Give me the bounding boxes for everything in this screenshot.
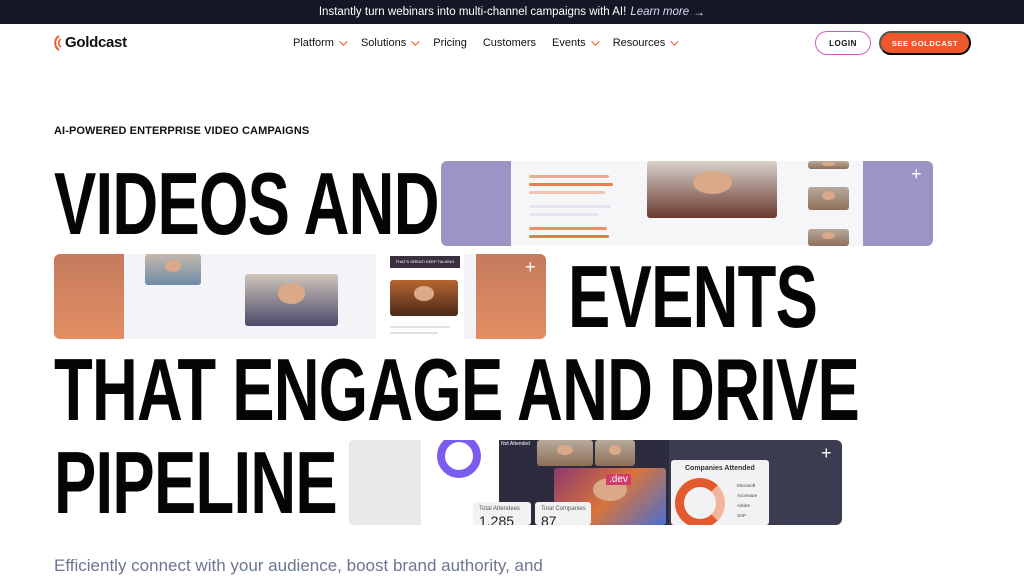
script-line [529, 205, 611, 208]
nav-pricing[interactable]: Pricing [433, 37, 467, 49]
hero-title-line-1: VIDEOS AND [54, 154, 439, 253]
stat-value: 1,285 [479, 513, 515, 525]
participant-thumbnail [808, 229, 849, 246]
hero-eyebrow: AI-POWERED ENTERPRISE VIDEO CAMPAIGNS [54, 125, 310, 137]
total-attendees-stat: Total Attendees 1,285 [473, 502, 531, 525]
site-header: Goldcast Platform Solutions Pricing Cust… [0, 24, 1024, 64]
script-line [529, 235, 609, 238]
video-preview-card-1[interactable]: + [441, 161, 933, 246]
login-button[interactable]: LOGIN [815, 31, 871, 55]
chat-line [390, 326, 450, 328]
stat-label: Total Attendees [479, 506, 521, 512]
script-line [529, 183, 613, 186]
slide-preview [349, 440, 421, 525]
main-nav: Platform Solutions Pricing Customers Eve… [293, 37, 692, 49]
learn-more-link[interactable]: Learn more [630, 6, 689, 18]
script-line [529, 227, 607, 230]
chat-video [390, 280, 458, 316]
total-companies-stat: Total Companies 87 [535, 502, 591, 525]
company-legend-item: SAP [737, 513, 747, 518]
video-preview-card-2[interactable]: THAT'S GREAT! KEEP TALKING ABOUT + [54, 254, 546, 339]
hero-title-line-2: EVENTS [568, 247, 818, 346]
nav-label: Platform [293, 37, 334, 49]
nav-solutions[interactable]: Solutions [360, 37, 420, 49]
plus-icon[interactable]: + [821, 444, 832, 462]
participant-thumbnail [808, 187, 849, 210]
nav-resources[interactable]: Resources [612, 37, 679, 49]
chat-line [390, 332, 438, 334]
nav-label: Events [552, 37, 586, 49]
stat-value: 87 [541, 513, 557, 525]
company-legend-item: Accenture [737, 493, 758, 498]
attendee-video [537, 440, 593, 466]
chevron-down-icon [339, 37, 348, 46]
nav-events[interactable]: Events [552, 37, 600, 49]
company-legend-item: Microsoft [737, 483, 756, 488]
not-attended-label: Not Attended [501, 441, 530, 447]
chat-banner: THAT'S GREAT! KEEP TALKING ABOUT [390, 256, 460, 268]
nav-platform[interactable]: Platform [293, 37, 348, 49]
speaker-video [245, 274, 338, 326]
hero-title-line-4: PIPELINE [54, 433, 338, 532]
chevron-down-icon [590, 37, 600, 46]
chevron-down-icon [670, 37, 679, 46]
attendee-video [595, 440, 635, 466]
brand-name: Goldcast [65, 34, 127, 51]
hero-title-line-3: THAT ENGAGE AND DRIVE [54, 340, 860, 439]
stat-label: Total Companies [541, 506, 586, 512]
script-line [529, 213, 599, 216]
goldcast-logo-icon [53, 34, 62, 51]
companies-donut [675, 478, 725, 525]
script-line [529, 175, 609, 178]
speaker-thumbnail [145, 254, 201, 285]
nav-label: Resources [612, 37, 666, 49]
nav-label: Solutions [360, 37, 407, 49]
nav-label: Pricing [433, 37, 467, 49]
plus-icon[interactable]: + [525, 258, 536, 276]
brand-logo[interactable]: Goldcast [53, 34, 127, 51]
hero-subtitle: Efficiently connect with your audience, … [54, 556, 543, 575]
speaker-video [647, 161, 777, 218]
companies-panel: Companies Attended Microsoft Accenture A… [671, 460, 769, 525]
participant-thumbnail [808, 161, 849, 169]
analytics-preview-card[interactable]: .dev Not Attended Total Attendees 1,285 … [349, 440, 842, 525]
company-legend-item: Adobe [737, 503, 751, 508]
chevron-down-icon [411, 37, 420, 46]
announcement-bar: Instantly turn webinars into multi-chann… [0, 0, 1024, 24]
nav-label: Customers [482, 37, 537, 49]
dev-tag: .dev [606, 474, 631, 485]
announcement-text: Instantly turn webinars into multi-chann… [318, 6, 627, 18]
arrow-right-icon[interactable]: → [693, 5, 705, 19]
see-goldcast-button[interactable]: SEE GOLDCAST [879, 31, 971, 55]
plus-icon[interactable]: + [911, 165, 922, 183]
nav-customers[interactable]: Customers [483, 37, 536, 49]
script-line [529, 191, 605, 194]
companies-title: Companies Attended [685, 465, 755, 472]
